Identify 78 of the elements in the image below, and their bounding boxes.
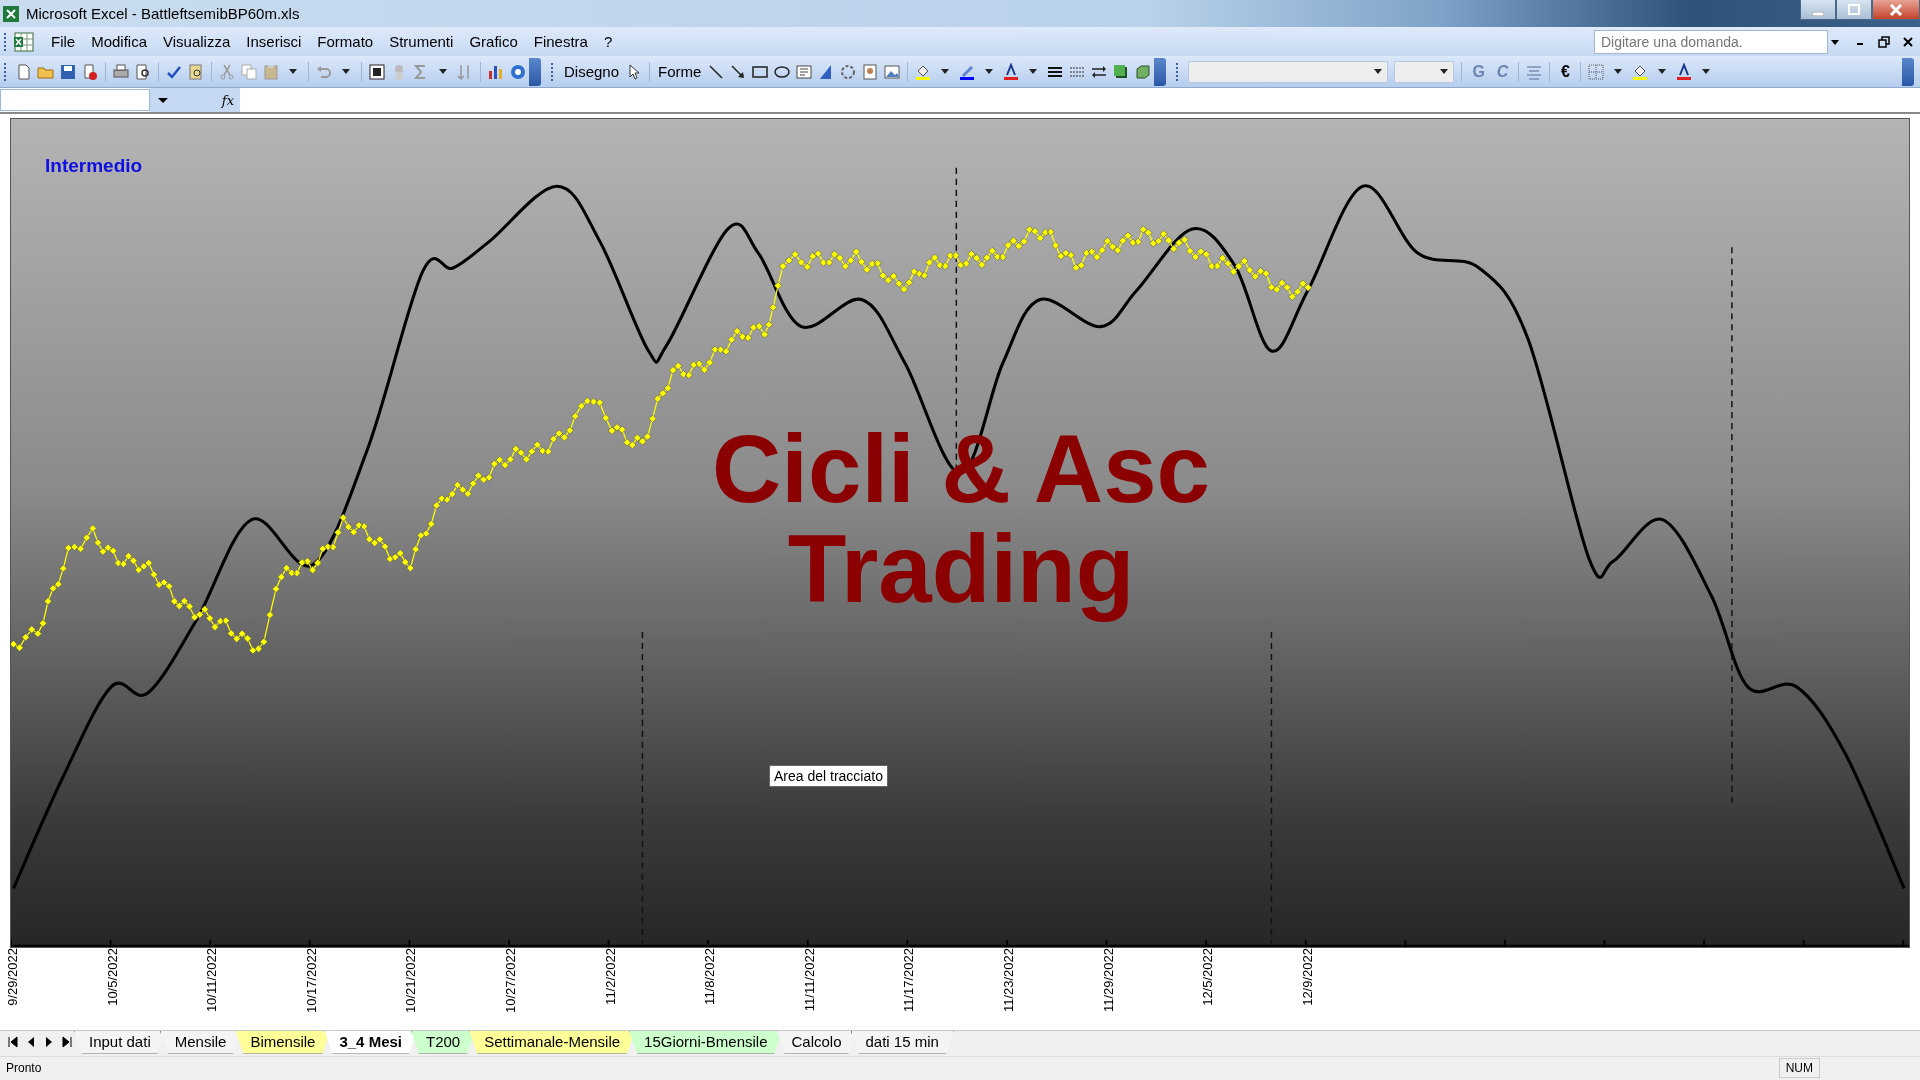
research-icon xyxy=(187,62,205,81)
menu-item[interactable]: Finestra xyxy=(525,31,596,53)
axis-label: 11/17/2022 xyxy=(901,948,917,1013)
help-icon xyxy=(509,62,527,81)
chart-title-text: Trading xyxy=(787,519,1135,620)
3d-cube-icon xyxy=(1134,62,1153,81)
font-color-icon xyxy=(1002,62,1021,81)
dropdown-arrow-icon xyxy=(342,69,350,75)
axis-label: 9/29/2022 xyxy=(5,948,20,1007)
axis-label: 11/8/2022 xyxy=(702,948,718,1006)
axis-label: 12/5/2022 xyxy=(1200,948,1216,1007)
dropdown-arrow-icon xyxy=(1374,69,1383,75)
printer-icon xyxy=(112,62,130,81)
menu-item[interactable]: Strumenti xyxy=(381,31,462,53)
borders-icon xyxy=(1587,62,1606,81)
first-icon xyxy=(6,1034,20,1049)
sheet-tab[interactable]: dati 15 min xyxy=(850,1030,954,1054)
menu-item[interactable]: ? xyxy=(595,31,621,53)
minimize-button[interactable] xyxy=(1800,0,1836,20)
dropdown-arrow-icon xyxy=(1614,69,1623,75)
status-indicator: NUM xyxy=(1778,1058,1820,1079)
excel-logo-icon xyxy=(2,4,20,23)
font-name-field[interactable] xyxy=(1188,60,1389,83)
close-icon xyxy=(1888,1,1904,18)
maximize-button[interactable] xyxy=(1836,0,1872,20)
menu-item[interactable]: Visualizza xyxy=(155,31,239,53)
window-title: Microsoft Excel - BattleftsemibBP60m.xls xyxy=(26,5,301,23)
minimize-icon xyxy=(1812,11,1824,16)
copy-icon xyxy=(240,62,258,81)
axis-label: 10/11/2022 xyxy=(204,948,220,1013)
axis-label: 10/27/2022 xyxy=(502,948,518,1014)
axis-label: 11/2/2022 xyxy=(602,948,618,1006)
axis-label: 11/23/2022 xyxy=(1000,948,1016,1013)
dropdown-arrow-icon xyxy=(1440,69,1449,75)
spreadsheet-icon[interactable] xyxy=(13,30,35,53)
axis-label: 10/5/2022 xyxy=(104,948,120,1007)
menu-button[interactable]: Forme xyxy=(654,59,706,84)
font-size-field[interactable] xyxy=(1394,60,1455,83)
toolbar-options-button[interactable] xyxy=(1902,57,1914,86)
text-box-icon xyxy=(795,62,814,81)
font-color-icon xyxy=(1675,62,1694,81)
scissors-icon xyxy=(218,62,236,81)
menu-item[interactable]: Inserisci xyxy=(238,31,310,53)
axis-label: 11/29/2022 xyxy=(1100,948,1116,1013)
close-button[interactable] xyxy=(1872,0,1920,20)
chart-title-text: Cicli & Asc xyxy=(712,419,1210,520)
function-label[interactable]: fx xyxy=(221,92,234,108)
dropdown-arrow-icon xyxy=(941,69,950,75)
menu-item[interactable]: File xyxy=(43,31,84,53)
clipboard-icon xyxy=(262,62,280,81)
new-document-icon xyxy=(15,62,33,81)
restore-icon[interactable] xyxy=(1876,33,1892,50)
menu-item[interactable]: Grafico xyxy=(461,31,526,53)
axis-label: 11/11/2022 xyxy=(801,948,817,1012)
menu-item[interactable]: Modifica xyxy=(83,31,156,53)
menu-item[interactable]: Formato xyxy=(309,31,382,53)
currency-button[interactable]: € xyxy=(1554,59,1577,84)
axis-label: 10/21/2022 xyxy=(403,948,419,1014)
dropdown-arrow-icon xyxy=(1702,69,1711,75)
help-search-field[interactable]: Digitare una domanda. xyxy=(1594,29,1828,54)
image-icon xyxy=(883,62,902,81)
axis-label: 12/9/2022 xyxy=(1299,948,1315,1007)
dropdown-arrow-icon xyxy=(439,69,447,75)
dropdown-arrow-icon xyxy=(1658,69,1667,75)
maximize-icon xyxy=(1846,1,1862,18)
print-preview-icon xyxy=(134,62,152,81)
dropdown-arrow-icon xyxy=(289,69,297,75)
dropdown-arrow-icon xyxy=(985,69,994,75)
tooltip: Area del tracciato xyxy=(769,765,888,788)
chart-label: Intermedio xyxy=(45,155,143,178)
toolbar-options-button[interactable] xyxy=(529,57,541,86)
document-stop-icon xyxy=(81,62,99,81)
last-icon xyxy=(60,1034,74,1049)
toolbar-options-button[interactable] xyxy=(1154,57,1167,86)
status-text: Pronto xyxy=(5,1061,43,1076)
menu-button[interactable]: Disegno xyxy=(560,59,624,84)
axis-label: 10/17/2022 xyxy=(303,948,319,1014)
dropdown-arrow-icon xyxy=(1029,69,1038,75)
